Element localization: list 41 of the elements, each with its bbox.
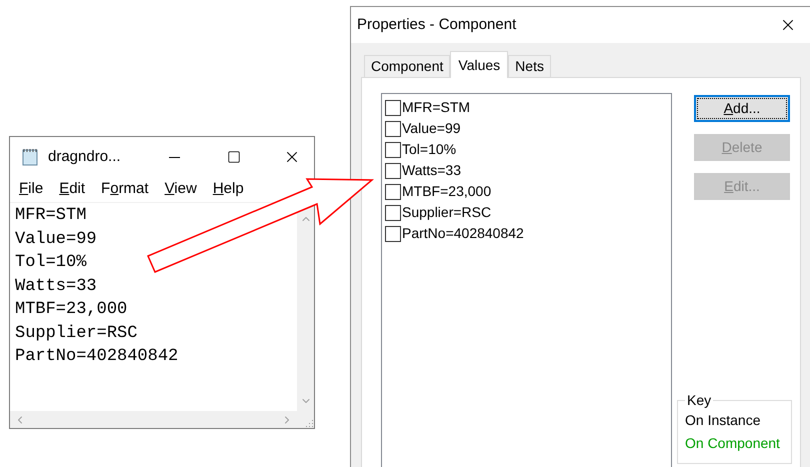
menu-item[interactable]: Format bbox=[101, 178, 149, 201]
checkbox[interactable] bbox=[385, 162, 401, 178]
text-line: PartNo=402840842 bbox=[15, 346, 178, 368]
window-title: Properties - Component bbox=[357, 14, 516, 35]
menu-item[interactable]: File bbox=[19, 178, 44, 201]
value-label: MFR=STM bbox=[402, 98, 470, 117]
text-line: MFR=STM bbox=[15, 205, 86, 227]
notepad-icon bbox=[22, 148, 38, 166]
tab[interactable]: Nets bbox=[508, 55, 551, 77]
key-label: On Component bbox=[685, 435, 780, 452]
checkbox[interactable] bbox=[385, 142, 401, 158]
values-list[interactable]: MFR=STM Value=99 Tol=10% Watts=33 MTBF=23,000 Supplier=RSC PartNo=402840842 bbox=[381, 93, 672, 467]
groupbox-title: Key bbox=[685, 392, 714, 408]
value-label: Value=99 bbox=[402, 119, 461, 138]
text-line: Tol=10% bbox=[15, 252, 86, 274]
checkbox[interactable] bbox=[385, 120, 401, 136]
checkbox[interactable] bbox=[385, 204, 401, 220]
value-label: Tol=10% bbox=[402, 140, 456, 159]
menu-item[interactable]: View bbox=[164, 178, 197, 201]
value-label: MTBF=23,000 bbox=[402, 182, 492, 201]
text-line: Value=99 bbox=[15, 228, 97, 250]
tab[interactable]: Values bbox=[450, 51, 508, 78]
checkbox[interactable] bbox=[385, 184, 401, 200]
window-title: dragndro... bbox=[48, 146, 121, 167]
text-line: MTBF=23,000 bbox=[15, 299, 128, 321]
maximize-icon bbox=[227, 150, 241, 164]
dialog-button[interactable]: Add... bbox=[694, 95, 790, 122]
key-label: On Instance bbox=[685, 412, 760, 429]
value-label: Watts=33 bbox=[402, 161, 462, 180]
menu-item[interactable]: Help bbox=[212, 178, 244, 201]
value-label: PartNo=402840842 bbox=[402, 224, 524, 243]
text-line: Watts=33 bbox=[15, 276, 97, 298]
text-line: Supplier=RSC bbox=[15, 322, 138, 344]
value-label: Supplier=RSC bbox=[402, 203, 492, 222]
text-area[interactable]: MFR=STM Value=99 Tol=10% Watts=33 MTBF=23,000 Supplier=RSC PartNo=402840842 bbox=[10, 203, 297, 411]
menu-item[interactable]: Edit bbox=[59, 178, 86, 201]
resize-grip-icon[interactable] bbox=[304, 418, 314, 428]
minimize-icon bbox=[168, 156, 180, 158]
checkbox[interactable] bbox=[385, 226, 401, 242]
tab[interactable]: Component bbox=[364, 55, 450, 77]
checkbox[interactable] bbox=[385, 100, 401, 116]
